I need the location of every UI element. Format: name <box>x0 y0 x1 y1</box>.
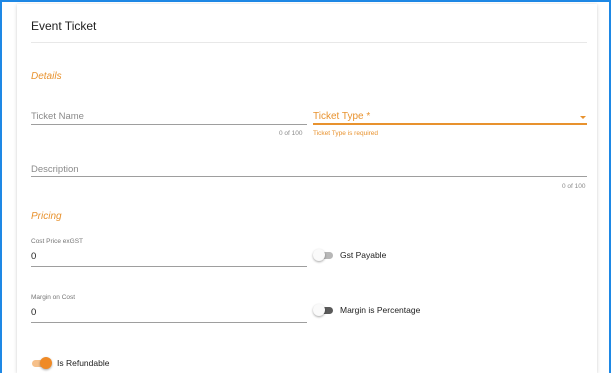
cost-price-input[interactable]: 0 <box>31 248 307 268</box>
ticket-type-label: Ticket Type * <box>313 111 371 122</box>
is-refundable-thumb <box>40 357 52 369</box>
description-underline <box>31 176 587 177</box>
margin-is-percentage-label: Margin is Percentage <box>340 305 421 315</box>
description-counter: 0 of 100 <box>562 183 586 190</box>
title-divider <box>31 42 587 43</box>
ticket-type-error: Ticket Type is required <box>313 130 379 137</box>
description-label: Description <box>31 164 79 175</box>
ticket-name-field[interactable]: Ticket Name <box>31 104 307 130</box>
cost-price-underline <box>31 266 307 267</box>
margin-on-cost-underline <box>31 322 307 323</box>
event-ticket-card: Event Ticket Details Ticket Name 0 of 10… <box>17 4 597 373</box>
margin-is-percentage-toggle[interactable] <box>313 304 335 316</box>
card-title: Event Ticket <box>31 19 97 33</box>
section-heading-pricing: Pricing <box>31 211 62 222</box>
description-field[interactable]: Description <box>31 156 587 182</box>
ticket-type-select[interactable]: Ticket Type * <box>313 104 587 130</box>
gst-payable-toggle[interactable] <box>313 249 335 261</box>
ticket-name-label: Ticket Name <box>31 111 84 122</box>
cost-price-label: Cost Price exGST <box>31 238 84 245</box>
gst-payable-label: Gst Payable <box>340 250 387 260</box>
ticket-type-underline <box>313 123 587 125</box>
ticket-name-counter: 0 of 100 <box>279 130 303 137</box>
is-refundable-toggle[interactable] <box>30 357 52 369</box>
section-heading-details: Details <box>31 71 62 82</box>
margin-on-cost-value: 0 <box>31 307 37 318</box>
margin-on-cost-label: Margin on Cost <box>31 294 76 301</box>
gst-payable-thumb <box>313 249 325 261</box>
margin-is-percentage-thumb <box>313 304 325 316</box>
is-refundable-label: Is Refundable <box>57 358 110 368</box>
cost-price-value: 0 <box>31 251 37 262</box>
ticket-name-underline <box>31 124 307 125</box>
dropdown-caret-icon <box>580 116 586 119</box>
margin-on-cost-input[interactable]: 0 <box>31 304 307 324</box>
